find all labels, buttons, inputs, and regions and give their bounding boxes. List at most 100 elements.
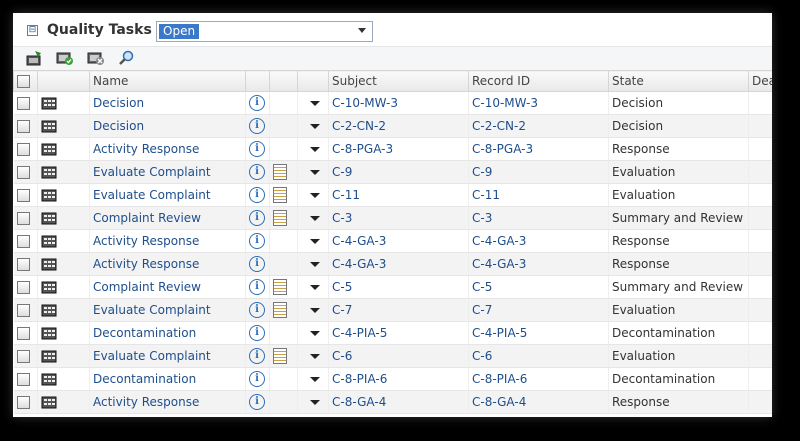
note-cell[interactable] [269, 137, 298, 161]
table-row[interactable]: Evaluate Complaint i C-9 C-9 Evaluation [13, 160, 772, 184]
row-menu-cell[interactable] [297, 137, 329, 161]
row-checkbox[interactable] [16, 97, 30, 110]
new-task-icon[interactable] [25, 50, 43, 66]
info-icon[interactable]: i [249, 118, 265, 134]
task-name[interactable]: Decision [89, 114, 246, 138]
row-menu-cell[interactable] [297, 321, 329, 345]
row-menu-cell[interactable] [297, 367, 329, 391]
table-row[interactable]: Activity Response i C-4-GA-3 C-4-GA-3 Re… [13, 252, 772, 276]
row-checkbox[interactable] [16, 189, 30, 202]
note-cell[interactable] [269, 206, 298, 230]
note-cell[interactable] [269, 321, 298, 345]
row-menu-cell[interactable] [297, 114, 329, 138]
row-checkbox-cell[interactable] [13, 321, 38, 345]
row-checkbox-cell[interactable] [13, 252, 38, 276]
info-icon[interactable]: i [249, 394, 265, 410]
task-record-id[interactable]: C-3 [468, 206, 609, 230]
info-cell[interactable]: i [245, 229, 270, 253]
approve-icon[interactable] [56, 50, 74, 66]
task-subject[interactable]: C-8-PIA-6 [328, 367, 469, 391]
row-checkbox[interactable] [16, 212, 30, 225]
info-cell[interactable]: i [245, 298, 270, 322]
task-record-id[interactable]: C-9 [468, 160, 609, 184]
info-icon[interactable]: i [249, 256, 265, 272]
column-header-name[interactable]: Name [89, 70, 246, 92]
info-cell[interactable]: i [245, 206, 270, 230]
row-checkbox[interactable] [16, 120, 30, 133]
note-cell[interactable] [269, 114, 298, 138]
notes-icon[interactable] [273, 279, 287, 295]
row-menu-cell[interactable] [297, 206, 329, 230]
table-row[interactable]: Decision i C-10-MW-3 C-10-MW-3 Decision [13, 91, 772, 115]
task-subject[interactable]: C-9 [328, 160, 469, 184]
task-name[interactable]: Evaluate Complaint [89, 344, 246, 368]
task-name[interactable]: Complaint Review [89, 206, 246, 230]
column-header-record-id[interactable]: Record ID [468, 70, 609, 92]
note-cell[interactable] [269, 298, 298, 322]
info-icon[interactable]: i [249, 233, 265, 249]
task-subject[interactable]: C-4-GA-3 [328, 229, 469, 253]
task-record-id[interactable]: C-6 [468, 344, 609, 368]
info-icon[interactable]: i [249, 279, 265, 295]
note-cell[interactable] [269, 160, 298, 184]
task-subject[interactable]: C-2-CN-2 [328, 114, 469, 138]
task-name[interactable]: Evaluate Complaint [89, 298, 246, 322]
dropdown-arrow-icon[interactable] [309, 147, 320, 152]
table-row[interactable]: Evaluate Complaint i C-6 C-6 Evaluation [13, 344, 772, 368]
notes-icon[interactable] [273, 348, 287, 364]
table-row[interactable]: Evaluate Complaint i C-7 C-7 Evaluation [13, 298, 772, 322]
dropdown-arrow-icon[interactable] [309, 377, 320, 382]
dropdown-arrow-icon[interactable] [309, 308, 320, 313]
row-checkbox-cell[interactable] [13, 229, 38, 253]
task-name[interactable]: Activity Response [89, 252, 246, 276]
row-checkbox-cell[interactable] [13, 183, 38, 207]
task-subject[interactable]: C-11 [328, 183, 469, 207]
task-subject[interactable]: C-4-PIA-5 [328, 321, 469, 345]
table-row[interactable]: Activity Response i C-4-GA-3 C-4-GA-3 Re… [13, 229, 772, 253]
task-record-id[interactable]: C-4-PIA-5 [468, 321, 609, 345]
task-record-id[interactable]: C-8-PIA-6 [468, 367, 609, 391]
info-cell[interactable]: i [245, 137, 270, 161]
info-icon[interactable]: i [249, 325, 265, 341]
row-menu-cell[interactable] [297, 390, 329, 414]
table-row[interactable]: Decontamination i C-4-PIA-5 C-4-PIA-5 De… [13, 321, 772, 345]
row-checkbox[interactable] [16, 373, 30, 386]
row-menu-cell[interactable] [297, 229, 329, 253]
info-icon[interactable]: i [249, 141, 265, 157]
dropdown-arrow-icon[interactable] [309, 400, 320, 405]
row-checkbox-cell[interactable] [13, 206, 38, 230]
filter-select[interactable]: Open [156, 21, 373, 42]
notes-icon[interactable] [273, 302, 287, 318]
info-cell[interactable]: i [245, 390, 270, 414]
task-name[interactable]: Decision [89, 91, 246, 115]
task-record-id[interactable]: C-8-PGA-3 [468, 137, 609, 161]
row-menu-cell[interactable] [297, 275, 329, 299]
task-record-id[interactable]: C-11 [468, 183, 609, 207]
task-record-id[interactable]: C-7 [468, 298, 609, 322]
dropdown-arrow-icon[interactable] [309, 193, 320, 198]
info-cell[interactable]: i [245, 160, 270, 184]
info-icon[interactable]: i [249, 187, 265, 203]
note-cell[interactable] [269, 91, 298, 115]
dropdown-arrow-icon[interactable] [309, 262, 320, 267]
row-checkbox-cell[interactable] [13, 91, 38, 115]
task-name[interactable]: Activity Response [89, 390, 246, 414]
task-subject[interactable]: C-8-GA-4 [328, 390, 469, 414]
info-icon[interactable]: i [249, 164, 265, 180]
note-cell[interactable] [269, 367, 298, 391]
row-checkbox-cell[interactable] [13, 390, 38, 414]
info-icon[interactable]: i [249, 302, 265, 318]
dropdown-arrow-icon[interactable] [309, 101, 320, 106]
info-icon[interactable]: i [249, 371, 265, 387]
task-name[interactable]: Decontamination [89, 367, 246, 391]
row-checkbox-cell[interactable] [13, 298, 38, 322]
notes-icon[interactable] [273, 164, 287, 180]
row-menu-cell[interactable] [297, 91, 329, 115]
info-cell[interactable]: i [245, 344, 270, 368]
dropdown-arrow-icon[interactable] [309, 331, 320, 336]
row-checkbox-cell[interactable] [13, 114, 38, 138]
reject-icon[interactable] [87, 50, 105, 66]
info-cell[interactable]: i [245, 321, 270, 345]
row-checkbox[interactable] [16, 166, 30, 179]
row-menu-cell[interactable] [297, 344, 329, 368]
